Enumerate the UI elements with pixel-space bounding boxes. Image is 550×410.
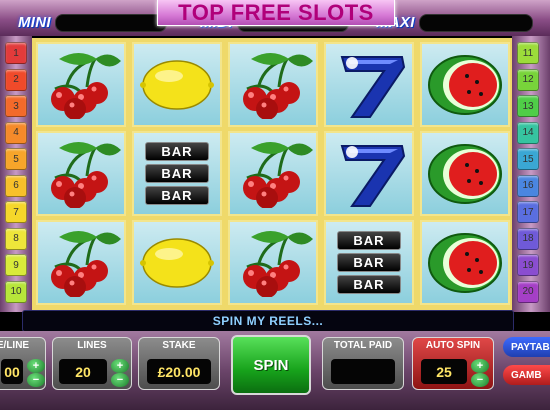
cherry-icon: [39, 51, 123, 119]
reel-cell: [132, 220, 222, 305]
reel-cell: BAR BAR BAR: [324, 220, 414, 305]
reel-cell: [324, 42, 414, 127]
lines-label: LINES: [77, 340, 107, 351]
right-payline-panel: 11 12 13 14 15 16 17 18 19 20: [512, 36, 550, 312]
payline-marker[interactable]: 10: [5, 280, 27, 303]
spin-label: SPIN: [253, 356, 289, 374]
stake-label: STAKE: [162, 340, 196, 351]
left-payline-panel: 1 2 3 4 5 6 7 8 9 10: [0, 36, 32, 312]
reel-cell: [36, 131, 126, 216]
payline-marker[interactable]: 20: [517, 280, 539, 303]
reel-cell: [324, 131, 414, 216]
gamble-label: GAMB: [511, 369, 542, 381]
cherry-icon: [39, 229, 123, 297]
spin-button[interactable]: SPIN: [231, 335, 311, 395]
lemon-icon: [139, 236, 215, 290]
payline-marker[interactable]: 17: [517, 201, 539, 223]
cherry-icon: [231, 229, 315, 297]
reel-cell: [36, 42, 126, 127]
total-paid-label: TOTAL PAID: [333, 340, 393, 351]
payline-marker[interactable]: 13: [517, 95, 539, 117]
mini-jackpot-display: [54, 13, 167, 32]
payline-marker[interactable]: 15: [517, 148, 539, 170]
status-message: SPIN MY REELS...: [212, 314, 324, 328]
maxi-jackpot-display: [418, 13, 533, 32]
reel-cell: [228, 220, 318, 305]
payline-marker[interactable]: 1: [5, 42, 27, 64]
melon-icon: [425, 52, 505, 118]
bar-label: BAR: [145, 164, 209, 183]
reel-cell: [420, 42, 510, 127]
lines-value: 20: [59, 359, 107, 384]
paytable-label: PAYTAB: [511, 341, 550, 353]
payline-marker[interactable]: 2: [5, 68, 27, 91]
mini-jackpot-label: MINI: [18, 14, 51, 31]
payline-marker[interactable]: 18: [517, 227, 539, 250]
melon-icon: [425, 230, 505, 296]
reel-cell: [132, 42, 222, 127]
reel-cell: BAR BAR BAR: [132, 131, 222, 216]
bar-label: BAR: [337, 253, 401, 272]
stake-panel: STAKE £20.00: [138, 337, 220, 390]
bar-label: BAR: [145, 142, 209, 161]
auto-spin-minus-button[interactable]: −: [471, 373, 489, 387]
cherry-icon: [231, 140, 315, 208]
bar-label: BAR: [145, 186, 209, 205]
gamble-button[interactable]: GAMB: [503, 365, 550, 385]
bar-icon: BAR BAR BAR: [337, 231, 401, 294]
control-panel: E/LINE 00 + − LINES 20 + − STAKE £20.00 …: [0, 331, 550, 410]
lemon-icon: [139, 58, 215, 112]
bet-per-line-panel: E/LINE 00 + −: [0, 337, 46, 390]
seven-icon: [330, 51, 408, 119]
reel-cell: [420, 131, 510, 216]
bet-per-line-minus-button[interactable]: −: [27, 373, 45, 387]
payline-marker[interactable]: 6: [5, 174, 27, 197]
reel-cell: [36, 220, 126, 305]
auto-spin-value: 25: [421, 359, 467, 384]
auto-spin-label: AUTO SPIN: [425, 340, 481, 351]
payline-marker[interactable]: 7: [5, 201, 27, 223]
payline-marker[interactable]: 11: [517, 42, 539, 64]
bet-per-line-value: 00: [1, 359, 23, 384]
cherry-icon: [39, 140, 123, 208]
paytable-button[interactable]: PAYTAB: [503, 337, 550, 357]
payline-marker[interactable]: 8: [5, 227, 27, 250]
payline-marker[interactable]: 16: [517, 174, 539, 197]
total-paid-value: [331, 359, 395, 384]
cherry-icon: [231, 51, 315, 119]
payline-marker[interactable]: 3: [5, 95, 27, 117]
bet-per-line-label: E/LINE: [0, 340, 30, 351]
auto-spin-plus-button[interactable]: +: [471, 359, 489, 373]
melon-icon: [425, 141, 505, 207]
message-bar: SPIN MY REELS...: [22, 310, 514, 332]
reel-area: BAR BAR BAR BAR BAR BAR: [32, 38, 512, 310]
auto-spin-panel[interactable]: AUTO SPIN 25 + −: [412, 337, 494, 390]
maxi-jackpot: MAXI: [376, 13, 533, 32]
page-title: TOP FREE SLOTS: [178, 0, 374, 25]
reel-cell: [228, 131, 318, 216]
reel-cell: [228, 42, 318, 127]
payline-marker[interactable]: 19: [517, 254, 539, 276]
stake-value: £20.00: [147, 359, 211, 384]
reel-cell: [420, 220, 510, 305]
lines-plus-button[interactable]: +: [111, 359, 129, 373]
payline-marker[interactable]: 14: [517, 121, 539, 144]
payline-marker[interactable]: 9: [5, 254, 27, 276]
lines-panel: LINES 20 + −: [52, 337, 132, 390]
total-paid-panel: TOTAL PAID: [322, 337, 404, 390]
seven-icon: [330, 140, 408, 208]
bar-label: BAR: [337, 231, 401, 250]
payline-marker[interactable]: 5: [5, 148, 27, 170]
title-banner: TOP FREE SLOTS: [157, 0, 395, 26]
lines-minus-button[interactable]: −: [111, 373, 129, 387]
payline-marker[interactable]: 4: [5, 121, 27, 144]
payline-marker[interactable]: 12: [517, 68, 539, 91]
bar-label: BAR: [337, 275, 401, 294]
bet-per-line-plus-button[interactable]: +: [27, 359, 45, 373]
mini-jackpot: MINI: [18, 13, 167, 32]
bar-icon: BAR BAR BAR: [145, 142, 209, 205]
